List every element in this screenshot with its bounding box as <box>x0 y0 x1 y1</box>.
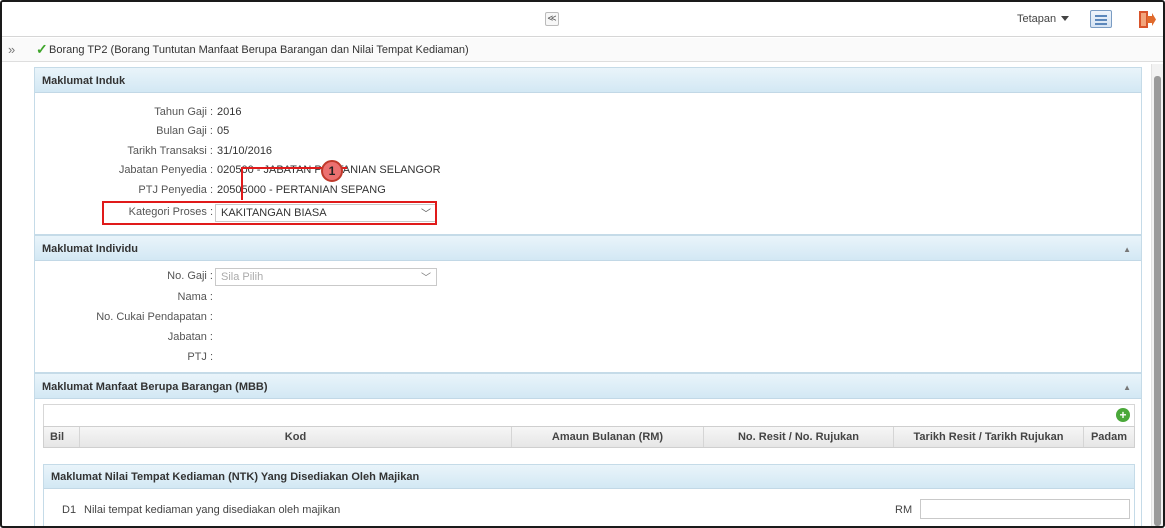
panel-header: Maklumat Nilai Tempat Kediaman (NTK) Yan… <box>44 465 1134 489</box>
field-value: 31/10/2016 <box>217 145 273 157</box>
no-gaji-select[interactable]: Sila Pilih ﹀ <box>215 268 437 286</box>
field-label: PTJ : <box>187 351 213 363</box>
panel-header[interactable]: Maklumat Manfaat Berupa Barangan (MBB) ▲ <box>35 374 1141 399</box>
field-label: Nama : <box>177 291 213 303</box>
highlight-kategori-proses <box>102 201 437 225</box>
check-icon: ✓ <box>36 41 48 57</box>
add-row-icon[interactable]: + <box>1116 408 1130 422</box>
field-label: No. Cukai Pendapatan : <box>96 311 213 323</box>
d1-code: D1 <box>62 504 77 516</box>
collapse-header-button[interactable]: ≪ <box>545 12 559 26</box>
column-header-no-resit[interactable]: No. Resit / No. Rujukan <box>704 427 894 447</box>
scrollbar-thumb[interactable] <box>1154 76 1161 526</box>
settings-menu[interactable]: Tetapan <box>1017 13 1070 25</box>
select-placeholder: Sila Pilih <box>221 271 264 283</box>
chevron-down-icon: ﹀ <box>421 273 431 284</box>
field-tahun-gaji: Tahun Gaji : 2016 <box>35 106 1035 122</box>
exit-icon[interactable] <box>1138 10 1156 29</box>
breadcrumb: » ✓ Borang TP2 (Borang Tuntutan Manfaat … <box>2 38 1163 62</box>
field-jabatan-penyedia: Jabatan Penyedia : 020500 - JABATAN PERT… <box>35 164 1035 180</box>
field-label: Jabatan : <box>167 331 213 343</box>
field-label: Tarikh Transaksi : <box>127 145 213 157</box>
app-window: ≪ Tetapan » ✓ Borang TP2 (Borang Tuntuta… <box>0 0 1165 528</box>
column-header-kod[interactable]: Kod <box>80 427 512 447</box>
collapse-caret-icon[interactable]: ▲ <box>1123 383 1131 392</box>
panel-ntk: Maklumat Nilai Tempat Kediaman (NTK) Yan… <box>43 464 1135 526</box>
panel-title: Maklumat Manfaat Berupa Barangan (MBB) <box>42 381 268 393</box>
field-bulan-gaji: Bulan Gaji : 05 <box>35 125 1035 141</box>
page-title: Borang TP2 (Borang Tuntutan Manfaat Beru… <box>49 44 469 56</box>
field-value: 2016 <box>217 106 242 118</box>
field-nama: Nama : <box>35 291 235 307</box>
main-content: Maklumat Induk Tahun Gaji : 2016 Bulan G… <box>34 64 1149 526</box>
top-bar: ≪ Tetapan <box>2 2 1163 37</box>
field-jabatan: Jabatan : <box>35 331 235 347</box>
column-header-tarikh-resit[interactable]: Tarikh Resit / Tarikh Rujukan <box>894 427 1084 447</box>
table-toolbar: + <box>43 404 1135 426</box>
callout-marker: 1 <box>321 160 343 182</box>
column-header-padam[interactable]: Padam <box>1084 427 1134 447</box>
field-no-gaji: No. Gaji : <box>35 269 1035 285</box>
field-value: 05 <box>217 125 230 137</box>
field-ptj: PTJ : <box>35 351 235 367</box>
vertical-scrollbar[interactable] <box>1151 64 1163 526</box>
field-label: Bulan Gaji : <box>156 125 213 137</box>
field-label: Jabatan Penyedia : <box>118 164 213 176</box>
field-label: No. Gaji : <box>167 270 213 282</box>
panel-title: Maklumat Induk <box>42 75 126 87</box>
field-tarikh-transaksi: Tarikh Transaksi : 31/10/2016 <box>35 145 1035 161</box>
chevron-down-icon <box>1061 16 1070 21</box>
panel-maklumat-individu: Maklumat Individu ▲ No. Gaji : Sila Pili… <box>34 235 1142 373</box>
panel-header[interactable]: Maklumat Induk <box>35 68 1141 93</box>
rm-label: RM <box>895 504 913 516</box>
d1-label: Nilai tempat kediaman yang disediakan ol… <box>84 504 341 516</box>
column-header-amaun[interactable]: Amaun Bulanan (RM) <box>512 427 704 447</box>
mbb-table-header: Bil Kod Amaun Bulanan (RM) No. Resit / N… <box>43 426 1135 448</box>
list-view-icon[interactable] <box>1090 10 1112 28</box>
panel-mbb: Maklumat Manfaat Berupa Barangan (MBB) ▲… <box>34 373 1142 526</box>
field-no-cukai: No. Cukai Pendapatan : <box>35 311 235 327</box>
field-ptj-penyedia: PTJ Penyedia : 20505000 - PERTANIAN SEPA… <box>35 184 1035 200</box>
field-label: PTJ Penyedia : <box>138 184 213 196</box>
settings-label: Tetapan <box>1017 13 1057 25</box>
collapse-caret-icon[interactable]: ▲ <box>1123 245 1131 254</box>
field-label: Tahun Gaji : <box>154 106 213 118</box>
panel-header[interactable]: Maklumat Individu ▲ <box>35 236 1141 261</box>
rm-input[interactable] <box>920 499 1130 519</box>
expand-sidebar-icon[interactable]: » <box>8 42 15 57</box>
column-header-bil[interactable]: Bil <box>50 427 80 447</box>
panel-title: Maklumat Nilai Tempat Kediaman (NTK) Yan… <box>51 471 420 483</box>
panel-title: Maklumat Individu <box>42 243 138 255</box>
